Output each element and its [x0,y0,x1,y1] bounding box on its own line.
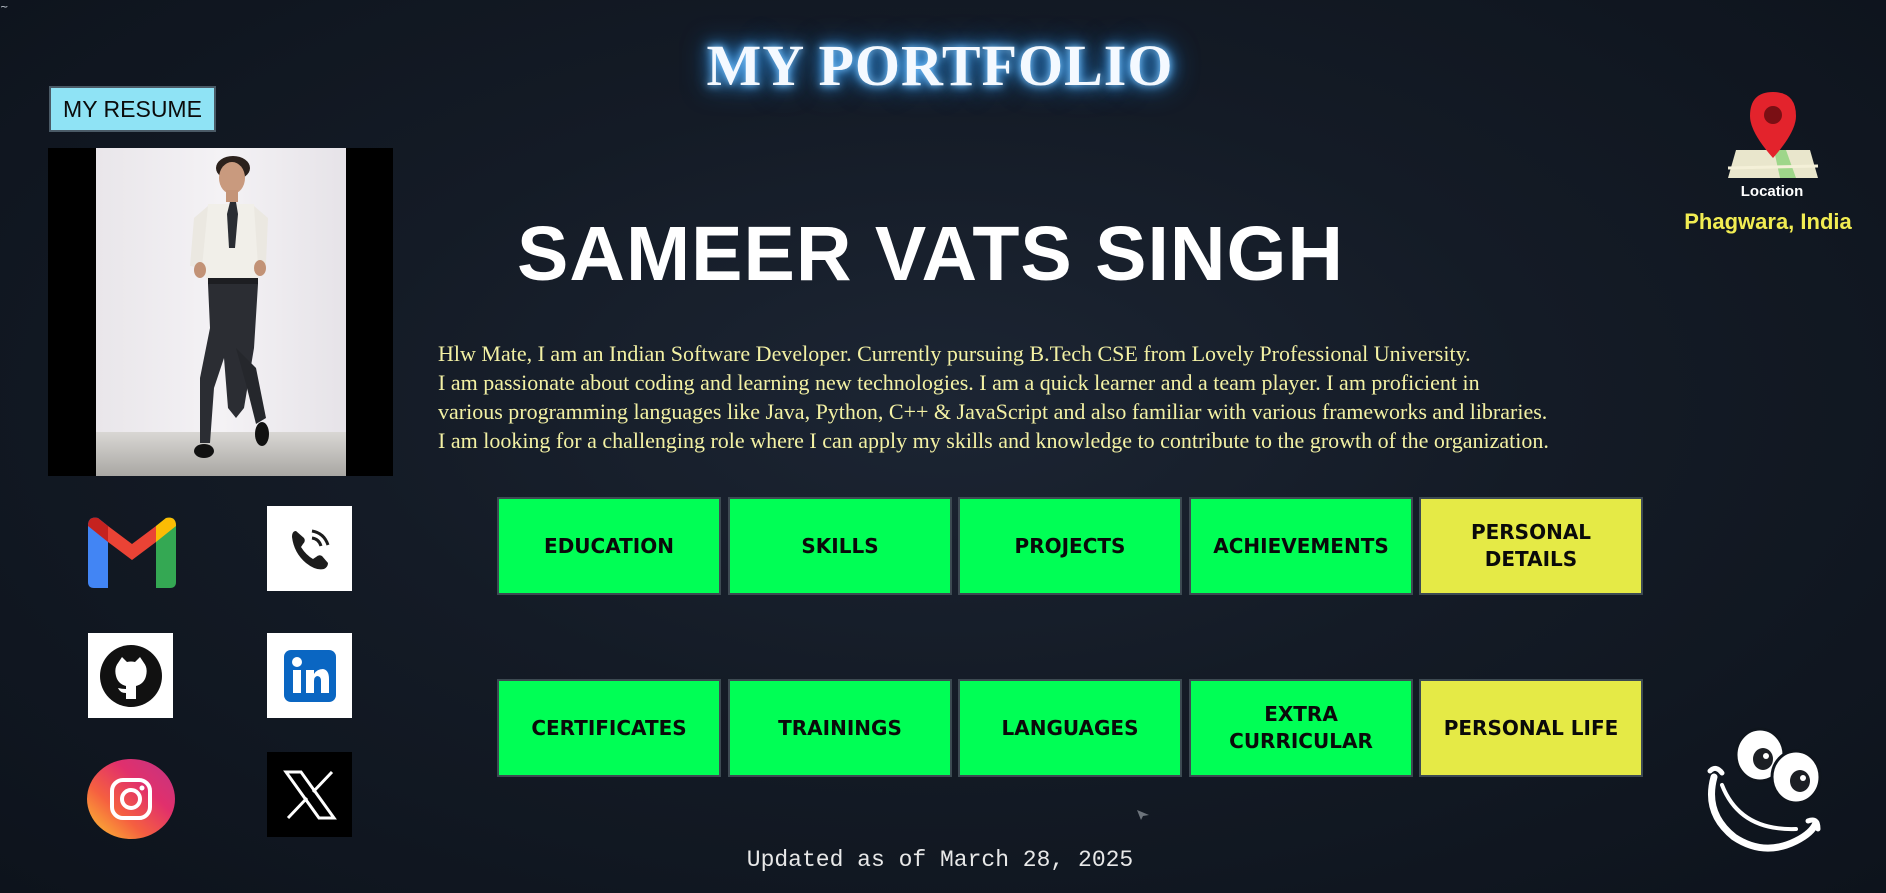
location-pin-icon [1726,88,1820,180]
mouse-cursor-icon [1136,806,1150,825]
profile-photo-image [96,148,346,476]
x-twitter-icon[interactable] [267,752,352,837]
bio-line: various programming languages like Java,… [438,399,1548,424]
personal-life-button[interactable]: PERSONAL LIFE [1419,679,1643,777]
profile-bio: Hlw Mate, I am an Indian Software Develo… [438,339,1738,455]
location-label: Location [1740,183,1804,200]
github-icon[interactable] [88,633,173,718]
extra-curricular-button[interactable]: EXTRA CURRICULAR [1189,679,1413,777]
bio-line: I am looking for a challenging role wher… [438,428,1549,453]
education-button[interactable]: EDUCATION [497,497,721,595]
skills-button[interactable]: SKILLS [728,497,952,595]
projects-button[interactable]: PROJECTS [958,497,1182,595]
resume-button[interactable]: MY RESUME [49,86,216,132]
page-title: MY PORTFOLIO [706,33,1174,98]
instagram-icon[interactable] [86,758,176,840]
bio-line: Hlw Mate, I am an Indian Software Develo… [438,341,1471,366]
languages-button[interactable]: LANGUAGES [958,679,1182,777]
bio-line: I am passionate about coding and learnin… [438,370,1480,395]
achievements-button[interactable]: ACHIEVEMENTS [1189,497,1413,595]
corner-glyph: ~ [0,2,9,13]
linkedin-icon[interactable] [267,633,352,718]
location-city: Phagwara, India [1684,209,1852,234]
certificates-button[interactable]: CERTIFICATES [497,679,721,777]
gmail-icon[interactable] [80,510,184,590]
smiley-mascot-icon[interactable] [1700,725,1840,855]
profile-photo [48,148,393,476]
trainings-button[interactable]: TRAININGS [728,679,952,777]
phone-icon[interactable] [267,506,352,591]
updated-date: Updated as of March 28, 2025 [746,847,1134,873]
personal-details-button[interactable]: PERSONAL DETAILS [1419,497,1643,595]
profile-name: SAMEER VATS SINGH [517,211,1345,297]
